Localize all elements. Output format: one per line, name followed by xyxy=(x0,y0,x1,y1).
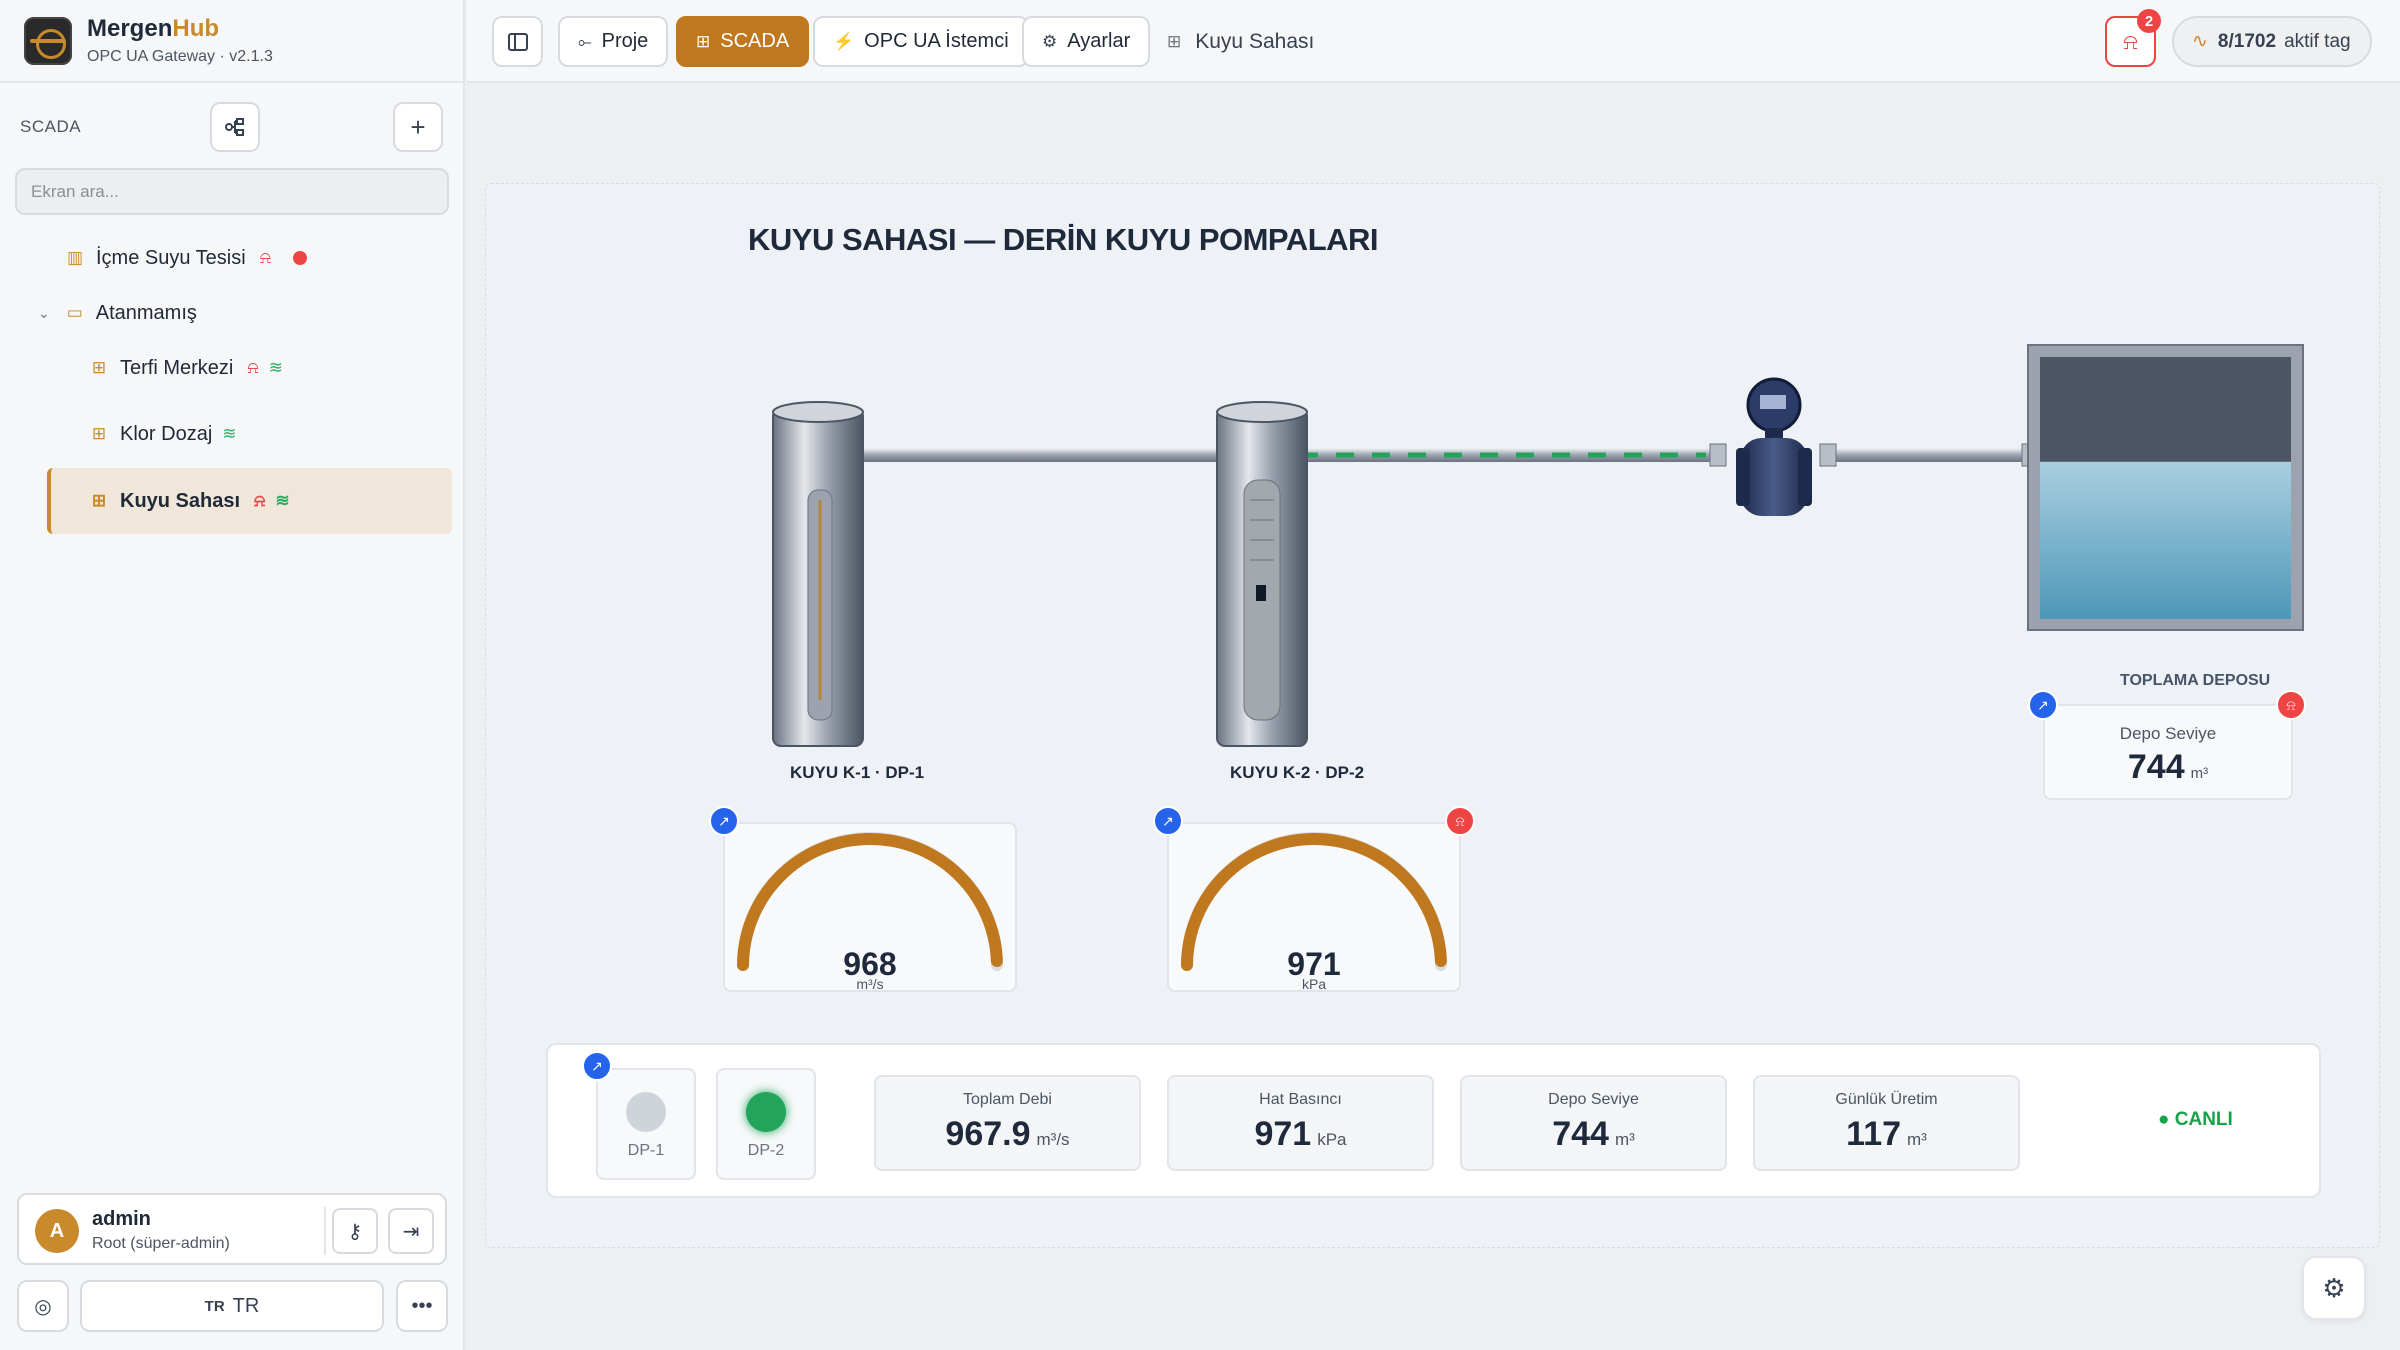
stat-label: Hat Basıncı xyxy=(1259,1091,1342,1108)
well-label-k1: KUYU K-1 · DP-1 xyxy=(790,763,925,782)
trend-badge[interactable]: ↗ xyxy=(1153,806,1183,836)
alarm-bell-icon: ⍾ xyxy=(2286,696,2296,713)
trend-icon: ↗ xyxy=(718,812,730,829)
tank-level-label: Depo Seviye xyxy=(2119,724,2217,743)
stat-depo-seviye: Depo Seviye 744 m³ xyxy=(1460,1075,1727,1171)
trend-badge[interactable]: ↗ xyxy=(2028,690,2058,720)
stat-value: 117 m³ xyxy=(1846,1115,1927,1153)
tank-water-level xyxy=(2040,461,2291,619)
gauge-card-k2[interactable]: 971 kPa xyxy=(1167,822,1461,992)
collection-tank[interactable] xyxy=(2027,344,2304,631)
gauge-unit: m³/s xyxy=(856,976,884,992)
trend-icon: ↗ xyxy=(591,1057,603,1074)
pipe-segment-3 xyxy=(1820,448,2030,462)
alarm-badge[interactable]: ⍾ xyxy=(2276,690,2306,720)
stat-label: Toplam Debi xyxy=(963,1091,1052,1108)
alarm-badge[interactable]: ⍾ xyxy=(1445,806,1475,836)
pipe-flange xyxy=(1709,443,1727,467)
canvas-settings-button[interactable]: ⚙ xyxy=(2302,1256,2366,1320)
gauge-card-k1[interactable]: 968 m³/s xyxy=(723,822,1017,992)
stat-gunluk-uretim: Günlük Üretim 117 m³ xyxy=(1753,1075,2020,1171)
tank-level-card[interactable]: Depo Seviye 744 m³ xyxy=(2043,704,2293,800)
tank-title: TOPLAMA DEPOSU xyxy=(2120,672,2271,689)
well-label-k2: KUYU K-2 · DP-2 xyxy=(1230,763,1365,782)
trend-icon: ↗ xyxy=(2037,696,2049,713)
status-led xyxy=(746,1092,786,1132)
stat-toplam-debi: Toplam Debi 967.9 m³/s xyxy=(874,1075,1141,1171)
pipe-segment-1 xyxy=(840,448,1260,462)
trend-badge[interactable]: ↗ xyxy=(582,1051,612,1081)
pump-status-dp1[interactable]: DP-1 xyxy=(596,1068,696,1180)
stat-label: Günlük Üretim xyxy=(1835,1091,1938,1108)
stat-value: 971 kPa xyxy=(1254,1115,1347,1153)
stat-label: Depo Seviye xyxy=(1548,1091,1639,1108)
well-k2-pump[interactable] xyxy=(1216,401,1308,747)
pipe-flange xyxy=(1819,443,1837,467)
gauge-unit: kPa xyxy=(1301,976,1327,992)
tank-level-value: 744 m³ xyxy=(2127,748,2209,786)
stat-value: 967.9 m³/s xyxy=(945,1115,1070,1153)
well-k1-pump[interactable] xyxy=(772,401,864,747)
pipe-segment-2 xyxy=(1286,448,1716,462)
alarm-bell-icon: ⍾ xyxy=(1455,812,1465,829)
stat-value: 744 m³ xyxy=(1552,1115,1635,1153)
status-led xyxy=(626,1092,666,1132)
stat-hat-basinci: Hat Basıncı 971 kPa xyxy=(1167,1075,1434,1171)
pump-label: DP-2 xyxy=(747,1142,785,1159)
trend-icon: ↗ xyxy=(1162,812,1174,829)
pump-status-dp2[interactable]: DP-2 xyxy=(716,1068,816,1180)
gear-icon: ⚙ xyxy=(2322,1272,2346,1303)
pump-label: DP-1 xyxy=(627,1142,665,1159)
flow-meter[interactable] xyxy=(1736,377,1812,516)
trend-badge[interactable]: ↗ xyxy=(709,806,739,836)
live-indicator: ● CANLI xyxy=(2158,1109,2233,1130)
stats-panel: DP-1 DP-2 Toplam Debi 967.9 m³/s Hat Bası… xyxy=(546,1043,2321,1198)
